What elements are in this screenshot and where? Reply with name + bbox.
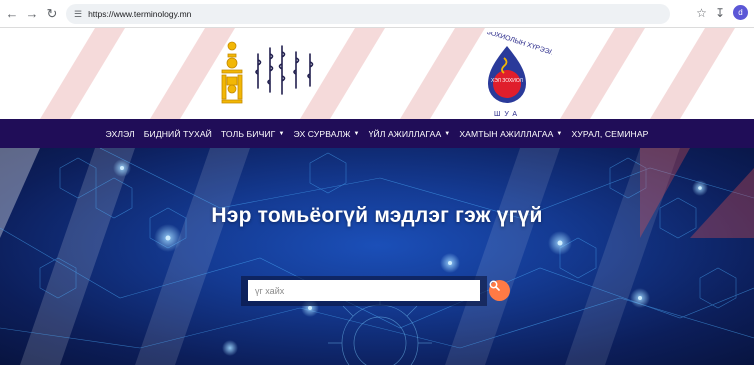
chevron-down-icon: ▼: [556, 130, 563, 137]
forward-icon[interactable]: →: [24, 6, 40, 22]
site-header: ХЭЛ ЗОХИОЛ ЗОХИОЛЫН ХҮРЭЭЛЭН ШУА: [0, 28, 754, 119]
chevron-down-icon: ▼: [278, 130, 285, 137]
site-settings-icon[interactable]: ☰: [74, 9, 82, 20]
hero-banner: Нэр томьёогүй мэдлэг гэж үгүй: [0, 148, 754, 365]
search-icon: [489, 280, 500, 291]
browser-toolbar: ← → ↻ ☰ https://www.terminology.mn ☆ ↧ d: [0, 0, 754, 28]
institute-logo: ХЭЛ ЗОХИОЛ ЗОХИОЛЫН ХҮРЭЭЛЭН ШУА: [486, 32, 552, 118]
chevron-down-icon: ▼: [444, 130, 451, 137]
nav-cooperation[interactable]: ХАМТЫН АЖИЛЛАГАА ▼: [459, 129, 562, 139]
logo-center-text: ХЭЛ ЗОХИОЛ: [491, 78, 523, 84]
bookmark-star-icon[interactable]: ☆: [696, 6, 707, 20]
search-input[interactable]: [248, 280, 480, 301]
soyombo-emblem-logo: [221, 41, 314, 104]
nav-dictionary[interactable]: ТОЛЬ БИЧИГ ▼: [221, 129, 285, 139]
decorative-stripes: [40, 28, 735, 119]
back-icon[interactable]: ←: [4, 6, 20, 22]
nav-conferences[interactable]: ХУРАЛ, СЕМИНАР: [571, 129, 648, 139]
nav-home[interactable]: ЭХЛЭЛ: [106, 129, 135, 139]
hero-title: Нэр томьёогүй мэдлэг гэж үгүй: [211, 204, 543, 227]
url-text: https://www.terminology.mn: [88, 9, 192, 19]
nav-activities[interactable]: ҮЙЛ АЖИЛЛАГАА ▼: [369, 129, 451, 139]
search-container: [241, 276, 487, 306]
chevron-down-icon: ▼: [353, 130, 360, 137]
nav-sources[interactable]: ЭХ СУРВАЛЖ ▼: [293, 129, 359, 139]
logo-arc-text: ЗОХИОЛЫН ХҮРЭЭЛЭН: [486, 32, 552, 60]
reload-icon[interactable]: ↻: [44, 6, 60, 22]
main-navigation: ЭХЛЭЛ БИДНИЙ ТУХАЙ ТОЛЬ БИЧИГ ▼ ЭХ СУРВАЛ…: [0, 119, 754, 148]
profile-avatar[interactable]: d: [733, 5, 748, 20]
nav-about[interactable]: БИДНИЙ ТУХАЙ: [144, 129, 212, 139]
network-background: [0, 148, 754, 365]
search-button[interactable]: [489, 280, 510, 301]
logo-bottom-text: ШУА: [494, 111, 521, 118]
download-icon[interactable]: ↧: [715, 6, 725, 20]
address-bar[interactable]: ☰ https://www.terminology.mn: [66, 4, 670, 24]
